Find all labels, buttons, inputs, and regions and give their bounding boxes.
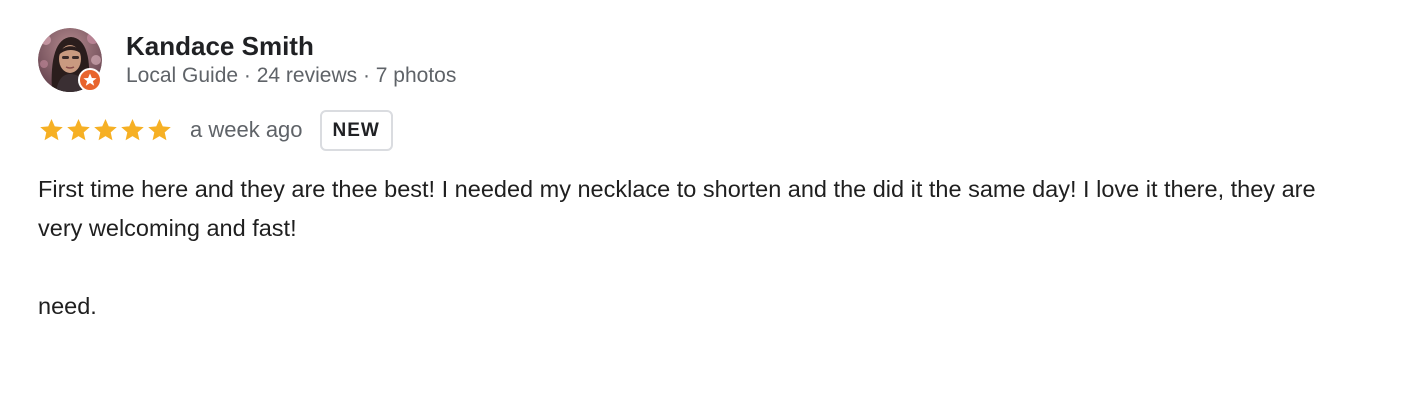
star-icon (121, 118, 144, 141)
author-meta: Local Guide · 24 reviews · 7 photos (126, 64, 457, 87)
review-header: Kandace Smith Local Guide · 24 reviews ·… (38, 28, 1368, 92)
review-text: First time here and they are thee best! … (38, 176, 1316, 319)
star-icon (94, 118, 117, 141)
author-info: Kandace Smith Local Guide · 24 reviews ·… (126, 28, 456, 89)
avatar-container[interactable] (38, 28, 102, 92)
star-icon (67, 118, 90, 141)
new-badge: NEW (319, 109, 393, 151)
review-time: a week ago (190, 117, 303, 142)
author-name[interactable]: Kandace Smith (126, 30, 456, 62)
star-icon (40, 118, 63, 141)
star-icon (148, 118, 171, 141)
local-guide-star-icon (78, 68, 102, 92)
review-card: Kandace Smith Local Guide · 24 reviews ·… (38, 28, 1368, 326)
star-rating (38, 117, 173, 143)
rating-row: a week ago NEW (38, 108, 1368, 152)
